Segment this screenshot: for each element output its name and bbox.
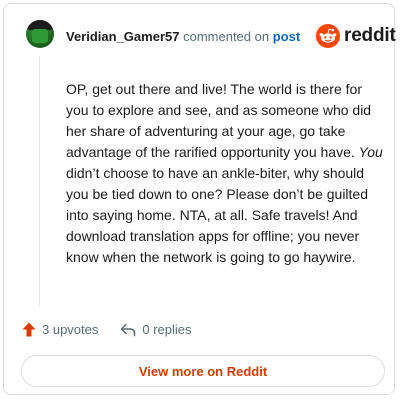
reddit-wordmark: reddit	[344, 25, 396, 46]
view-more-button[interactable]: View more on Reddit	[21, 355, 385, 387]
post-link[interactable]: post	[273, 29, 300, 44]
comment-body: OP, get out there and live! The world is…	[66, 79, 384, 268]
reply-arrow-icon	[121, 323, 136, 336]
replies-button[interactable]: 0 replies	[120, 322, 192, 337]
user-avatar[interactable]	[26, 20, 54, 48]
reply-count: 0 replies	[142, 322, 192, 337]
upvote-count: 3 upvotes	[42, 322, 99, 337]
upvote-arrow-icon	[22, 322, 36, 337]
comment-text-1: OP, get out there and live! The world is…	[66, 81, 372, 160]
comment-text-emphasis: You	[358, 144, 383, 160]
comment-actions: 3 upvotes 0 replies	[22, 322, 192, 337]
action-text: commented on	[183, 29, 270, 44]
reddit-logo[interactable]: reddit	[316, 24, 396, 48]
reddit-snoo-icon	[316, 24, 340, 48]
username-link[interactable]: Veridian_Gamer57	[66, 29, 179, 44]
upvote-button[interactable]: 3 upvotes	[22, 322, 98, 337]
comment-embed-card: Veridian_Gamer57 commented on post reddi…	[3, 3, 396, 395]
thread-line	[39, 56, 40, 306]
view-more-label: View more on Reddit	[138, 363, 268, 379]
comment-text-2: didn’t choose to have an ankle-biter, wh…	[66, 165, 369, 265]
avatar-face	[32, 29, 48, 43]
comment-header: Veridian_Gamer57 commented on post	[66, 29, 300, 44]
comment-paragraph: OP, get out there and live! The world is…	[66, 79, 384, 268]
